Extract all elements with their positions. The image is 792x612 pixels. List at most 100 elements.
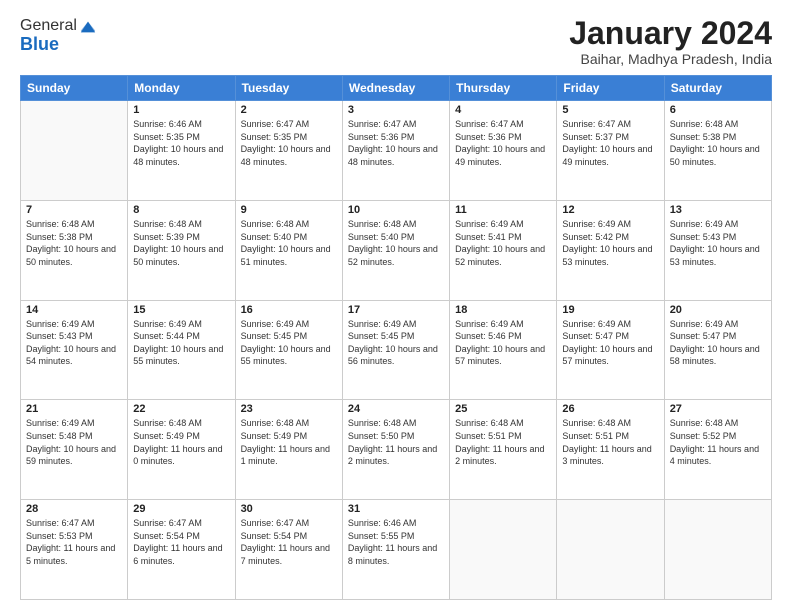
day-info: Sunrise: 6:46 AM Sunset: 5:35 PM Dayligh… bbox=[133, 118, 229, 168]
weekday-header: Wednesday bbox=[342, 76, 449, 101]
day-number: 23 bbox=[241, 403, 337, 415]
day-number: 12 bbox=[562, 204, 658, 216]
day-number: 17 bbox=[348, 304, 444, 316]
calendar-cell: 18 Sunrise: 6:49 AM Sunset: 5:46 PM Dayli… bbox=[450, 300, 557, 400]
day-info: Sunrise: 6:49 AM Sunset: 5:47 PM Dayligh… bbox=[562, 318, 658, 368]
day-info: Sunrise: 6:47 AM Sunset: 5:36 PM Dayligh… bbox=[455, 118, 551, 168]
calendar-cell: 11 Sunrise: 6:49 AM Sunset: 5:41 PM Dayli… bbox=[450, 200, 557, 300]
calendar-cell: 16 Sunrise: 6:49 AM Sunset: 5:45 PM Dayli… bbox=[235, 300, 342, 400]
day-info: Sunrise: 6:49 AM Sunset: 5:45 PM Dayligh… bbox=[241, 318, 337, 368]
day-info: Sunrise: 6:47 AM Sunset: 5:37 PM Dayligh… bbox=[562, 118, 658, 168]
weekday-header: Monday bbox=[128, 76, 235, 101]
title-block: January 2024 Baihar, Madhya Pradesh, Ind… bbox=[569, 16, 772, 67]
calendar-cell: 27 Sunrise: 6:48 AM Sunset: 5:52 PM Dayli… bbox=[664, 400, 771, 500]
day-info: Sunrise: 6:48 AM Sunset: 5:49 PM Dayligh… bbox=[133, 417, 229, 467]
day-info: Sunrise: 6:47 AM Sunset: 5:54 PM Dayligh… bbox=[133, 517, 229, 567]
day-info: Sunrise: 6:49 AM Sunset: 5:47 PM Dayligh… bbox=[670, 318, 766, 368]
day-number: 21 bbox=[26, 403, 122, 415]
location: Baihar, Madhya Pradesh, India bbox=[569, 51, 772, 67]
day-number: 6 bbox=[670, 104, 766, 116]
calendar-cell: 19 Sunrise: 6:49 AM Sunset: 5:47 PM Dayli… bbox=[557, 300, 664, 400]
calendar-cell: 25Sunrise: 6:48 AM Sunset: 5:51 PM Dayli… bbox=[450, 400, 557, 500]
month-title: January 2024 bbox=[569, 16, 772, 51]
day-number: 22 bbox=[133, 403, 229, 415]
weekday-header: Thursday bbox=[450, 76, 557, 101]
day-info: Sunrise: 6:47 AM Sunset: 5:53 PM Dayligh… bbox=[26, 517, 122, 567]
day-number: 28 bbox=[26, 503, 122, 515]
calendar-table: SundayMondayTuesdayWednesdayThursdayFrid… bbox=[20, 75, 772, 600]
calendar-cell: 12 Sunrise: 6:49 AM Sunset: 5:42 PM Dayli… bbox=[557, 200, 664, 300]
calendar-cell: 2Sunrise: 6:47 AM Sunset: 5:35 PM Daylig… bbox=[235, 101, 342, 201]
calendar-cell: 1Sunrise: 6:46 AM Sunset: 5:35 PM Daylig… bbox=[128, 101, 235, 201]
day-info: Sunrise: 6:49 AM Sunset: 5:43 PM Dayligh… bbox=[26, 318, 122, 368]
day-info: Sunrise: 6:48 AM Sunset: 5:39 PM Dayligh… bbox=[133, 218, 229, 268]
calendar-cell: 13Sunrise: 6:49 AM Sunset: 5:43 PM Dayli… bbox=[664, 200, 771, 300]
day-number: 30 bbox=[241, 503, 337, 515]
day-info: Sunrise: 6:48 AM Sunset: 5:40 PM Dayligh… bbox=[348, 218, 444, 268]
day-number: 8 bbox=[133, 204, 229, 216]
day-number: 11 bbox=[455, 204, 551, 216]
calendar-cell: 30Sunrise: 6:47 AM Sunset: 5:54 PM Dayli… bbox=[235, 500, 342, 600]
calendar-week-row: 1Sunrise: 6:46 AM Sunset: 5:35 PM Daylig… bbox=[21, 101, 772, 201]
day-info: Sunrise: 6:49 AM Sunset: 5:42 PM Dayligh… bbox=[562, 218, 658, 268]
day-info: Sunrise: 6:49 AM Sunset: 5:46 PM Dayligh… bbox=[455, 318, 551, 368]
calendar-week-row: 7Sunrise: 6:48 AM Sunset: 5:38 PM Daylig… bbox=[21, 200, 772, 300]
day-info: Sunrise: 6:49 AM Sunset: 5:48 PM Dayligh… bbox=[26, 417, 122, 467]
day-number: 20 bbox=[670, 304, 766, 316]
logo-general-text: General bbox=[20, 17, 77, 35]
calendar-cell: 7Sunrise: 6:48 AM Sunset: 5:38 PM Daylig… bbox=[21, 200, 128, 300]
calendar-cell: 4 Sunrise: 6:47 AM Sunset: 5:36 PM Daylig… bbox=[450, 101, 557, 201]
day-info: Sunrise: 6:49 AM Sunset: 5:41 PM Dayligh… bbox=[455, 218, 551, 268]
calendar-cell: 24Sunrise: 6:48 AM Sunset: 5:50 PM Dayli… bbox=[342, 400, 449, 500]
day-number: 14 bbox=[26, 304, 122, 316]
calendar-cell: 8 Sunrise: 6:48 AM Sunset: 5:39 PM Daylig… bbox=[128, 200, 235, 300]
day-number: 29 bbox=[133, 503, 229, 515]
logo-blue-text: Blue bbox=[20, 34, 97, 55]
weekday-header: Saturday bbox=[664, 76, 771, 101]
day-number: 26 bbox=[562, 403, 658, 415]
day-number: 4 bbox=[455, 104, 551, 116]
calendar-cell bbox=[557, 500, 664, 600]
weekday-header: Friday bbox=[557, 76, 664, 101]
day-number: 13 bbox=[670, 204, 766, 216]
day-number: 3 bbox=[348, 104, 444, 116]
calendar-week-row: 21 Sunrise: 6:49 AM Sunset: 5:48 PM Dayli… bbox=[21, 400, 772, 500]
calendar-week-row: 14 Sunrise: 6:49 AM Sunset: 5:43 PM Dayli… bbox=[21, 300, 772, 400]
page: General Blue January 2024 Baihar, Madhya… bbox=[0, 0, 792, 612]
day-info: Sunrise: 6:48 AM Sunset: 5:49 PM Dayligh… bbox=[241, 417, 337, 467]
calendar-cell: 29 Sunrise: 6:47 AM Sunset: 5:54 PM Dayli… bbox=[128, 500, 235, 600]
calendar-cell: 26 Sunrise: 6:48 AM Sunset: 5:51 PM Dayli… bbox=[557, 400, 664, 500]
day-number: 24 bbox=[348, 403, 444, 415]
day-info: Sunrise: 6:46 AM Sunset: 5:55 PM Dayligh… bbox=[348, 517, 444, 567]
header: General Blue January 2024 Baihar, Madhya… bbox=[20, 16, 772, 67]
day-info: Sunrise: 6:47 AM Sunset: 5:36 PM Dayligh… bbox=[348, 118, 444, 168]
day-number: 27 bbox=[670, 403, 766, 415]
calendar-cell bbox=[450, 500, 557, 600]
day-info: Sunrise: 6:49 AM Sunset: 5:45 PM Dayligh… bbox=[348, 318, 444, 368]
day-info: Sunrise: 6:49 AM Sunset: 5:44 PM Dayligh… bbox=[133, 318, 229, 368]
calendar-cell: 22 Sunrise: 6:48 AM Sunset: 5:49 PM Dayli… bbox=[128, 400, 235, 500]
calendar-cell bbox=[664, 500, 771, 600]
calendar-cell: 23 Sunrise: 6:48 AM Sunset: 5:49 PM Dayli… bbox=[235, 400, 342, 500]
day-number: 5 bbox=[562, 104, 658, 116]
day-info: Sunrise: 6:48 AM Sunset: 5:51 PM Dayligh… bbox=[562, 417, 658, 467]
day-number: 9 bbox=[241, 204, 337, 216]
weekday-header: Tuesday bbox=[235, 76, 342, 101]
calendar-cell: 14 Sunrise: 6:49 AM Sunset: 5:43 PM Dayli… bbox=[21, 300, 128, 400]
day-number: 16 bbox=[241, 304, 337, 316]
calendar-cell: 10Sunrise: 6:48 AM Sunset: 5:40 PM Dayli… bbox=[342, 200, 449, 300]
calendar-cell bbox=[21, 101, 128, 201]
logo: General Blue bbox=[20, 16, 97, 55]
calendar-cell: 3 Sunrise: 6:47 AM Sunset: 5:36 PM Daylig… bbox=[342, 101, 449, 201]
calendar-cell: 21 Sunrise: 6:49 AM Sunset: 5:48 PM Dayli… bbox=[21, 400, 128, 500]
calendar-cell: 28 Sunrise: 6:47 AM Sunset: 5:53 PM Dayli… bbox=[21, 500, 128, 600]
day-number: 18 bbox=[455, 304, 551, 316]
day-info: Sunrise: 6:48 AM Sunset: 5:52 PM Dayligh… bbox=[670, 417, 766, 467]
day-number: 2 bbox=[241, 104, 337, 116]
weekday-header: Sunday bbox=[21, 76, 128, 101]
day-number: 31 bbox=[348, 503, 444, 515]
day-number: 19 bbox=[562, 304, 658, 316]
calendar-week-row: 28 Sunrise: 6:47 AM Sunset: 5:53 PM Dayli… bbox=[21, 500, 772, 600]
weekday-header-row: SundayMondayTuesdayWednesdayThursdayFrid… bbox=[21, 76, 772, 101]
day-info: Sunrise: 6:48 AM Sunset: 5:38 PM Dayligh… bbox=[26, 218, 122, 268]
